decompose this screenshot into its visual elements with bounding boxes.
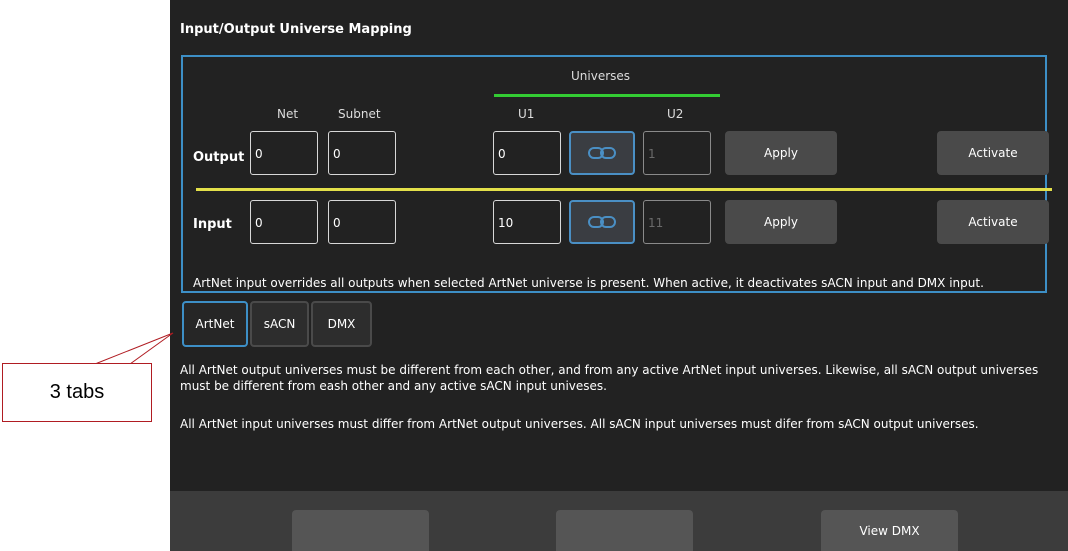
view-dmx-button[interactable]: View DMX	[821, 510, 958, 551]
artnet-input-note: ArtNet input overrides all outputs when …	[193, 276, 984, 290]
output-subnet-field[interactable]: 0	[328, 131, 396, 175]
input-subnet-field[interactable]: 0	[328, 200, 396, 244]
subnet-column-label: Subnet	[338, 107, 381, 121]
input-apply-button[interactable]: Apply	[725, 200, 837, 244]
universe-mapping-panel: Input/Output Universe Mapping Universes …	[170, 0, 1068, 551]
bottom-button-2[interactable]	[556, 510, 693, 551]
input-net-field[interactable]: 0	[250, 200, 318, 244]
output-link-button[interactable]	[569, 131, 635, 175]
output-net-field[interactable]: 0	[250, 131, 318, 175]
bottom-button-1[interactable]	[292, 510, 429, 551]
output-rules-text: All ArtNet output universes must be diff…	[180, 363, 1039, 393]
input-u1-field[interactable]: 10	[493, 200, 561, 244]
universes-underline	[494, 94, 720, 97]
input-u2-field[interactable]: 11	[643, 200, 711, 244]
u1-column-label: U1	[518, 107, 535, 121]
output-apply-button[interactable]: Apply	[725, 131, 837, 175]
row-divider	[196, 188, 1052, 191]
output-activate-button[interactable]: Activate	[937, 131, 1049, 175]
output-u2-field[interactable]: 1	[643, 131, 711, 175]
input-activate-button[interactable]: Activate	[937, 200, 1049, 244]
net-column-label: Net	[277, 107, 299, 121]
universes-label: Universes	[571, 69, 631, 83]
input-rules-text: All ArtNet input universes must differ f…	[180, 417, 979, 431]
bottom-button-bar: View DMX	[170, 491, 1068, 551]
link-icon	[588, 147, 616, 159]
input-link-button[interactable]	[569, 200, 635, 244]
output-u1-field[interactable]: 0	[493, 131, 561, 175]
tab-dmx[interactable]: DMX	[311, 301, 372, 347]
callout-label: 3 tabs	[2, 363, 152, 422]
link-icon	[588, 216, 616, 228]
io-mapping-box: Universes Net Subnet U1 U2 Output 0 0 0 …	[181, 55, 1052, 293]
u2-column-label: U2	[667, 107, 684, 121]
